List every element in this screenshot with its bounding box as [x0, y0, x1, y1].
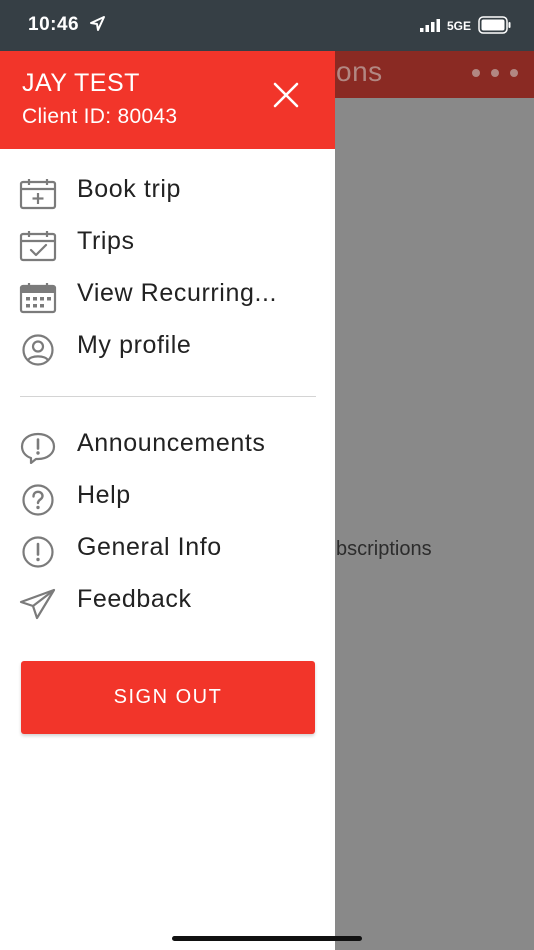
user-name: JAY TEST [22, 69, 140, 97]
speech-exclamation-icon [20, 432, 56, 464]
menu-item-label: My profile [77, 331, 192, 359]
background-body-text: bscriptions [336, 538, 432, 560]
calendar-check-icon [19, 231, 57, 262]
paper-plane-icon [19, 588, 56, 620]
more-options-icon [472, 69, 518, 77]
client-id: Client ID: 80043 [22, 105, 178, 128]
menu-item-label: Feedback [77, 585, 192, 613]
home-indicator[interactable] [172, 936, 362, 941]
menu-item-label: Trips [77, 227, 135, 255]
menu-item-general-info[interactable]: General Info [0, 524, 335, 576]
background-screen-title: ons [336, 56, 383, 87]
close-drawer-button[interactable] [262, 73, 310, 117]
drawer-header: JAY TEST Client ID: 80043 [0, 51, 335, 149]
calendar-grid-icon [19, 283, 57, 314]
sign-out-button[interactable]: SIGN OUT [21, 661, 315, 734]
signal-icon [420, 19, 440, 32]
menu-item-label: Book trip [77, 175, 182, 203]
network-type: 5GE [447, 19, 472, 33]
question-circle-icon [22, 484, 54, 516]
menu-item-view-recurring[interactable]: View Recurring... [0, 270, 335, 322]
menu-item-trips[interactable]: Trips [0, 218, 335, 270]
info-exclamation-icon [22, 536, 54, 568]
menu-item-label: General Info [77, 533, 222, 561]
battery-icon [478, 16, 511, 34]
menu-item-help[interactable]: Help [0, 472, 335, 524]
menu-item-label: View Recurring... [77, 279, 278, 307]
menu-item-feedback[interactable]: Feedback [0, 576, 335, 628]
location-arrow-icon [90, 16, 105, 31]
status-bar: 10:46 5GE [0, 0, 534, 51]
menu-divider [20, 396, 316, 397]
menu-item-label: Help [77, 481, 131, 509]
menu-item-my-profile[interactable]: My profile [0, 322, 335, 374]
menu-item-label: Announcements [77, 429, 266, 457]
menu-item-announcements[interactable]: Announcements [0, 420, 335, 472]
status-time: 10:46 [28, 14, 80, 35]
calendar-plus-icon [19, 179, 57, 210]
navigation-drawer: JAY TEST Client ID: 80043 Book trip Trip… [0, 51, 335, 950]
close-icon [273, 82, 299, 108]
menu-item-book-trip[interactable]: Book trip [0, 166, 335, 218]
user-circle-icon [22, 334, 54, 366]
background-content-overlay[interactable] [336, 98, 534, 950]
